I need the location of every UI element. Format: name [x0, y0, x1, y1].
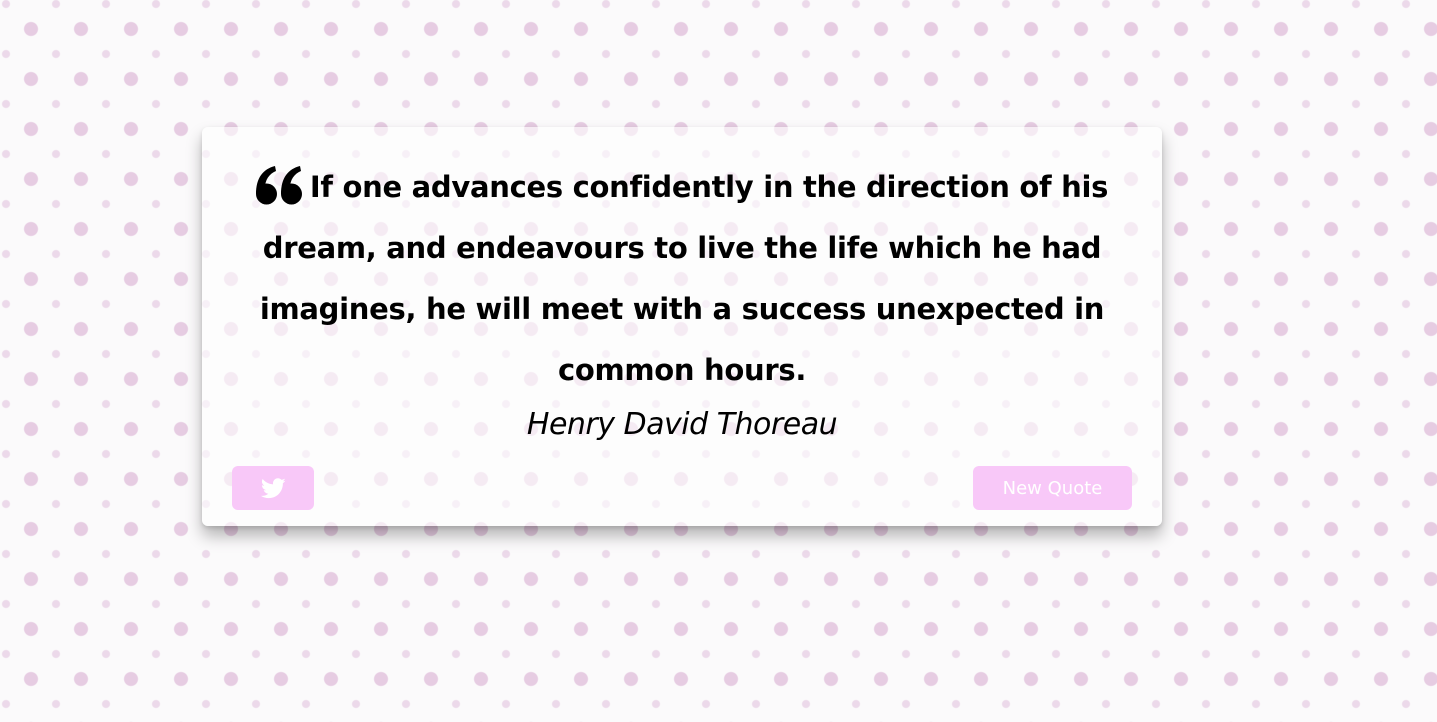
page-background: { "quote": { "text": "If one advances co…	[0, 0, 1437, 722]
tweet-quote-button[interactable]	[232, 466, 314, 510]
quote-author: Henry David Thoreau	[526, 407, 838, 442]
quote-text-container: If one advances confidently in the direc…	[252, 157, 1112, 401]
quote-left-icon	[255, 166, 302, 205]
quote-text: If one advances confidently in the direc…	[259, 170, 1109, 387]
new-quote-button[interactable]: New Quote	[973, 466, 1132, 510]
twitter-icon	[260, 477, 286, 498]
quote-box: If one advances confidently in the direc…	[202, 127, 1162, 526]
